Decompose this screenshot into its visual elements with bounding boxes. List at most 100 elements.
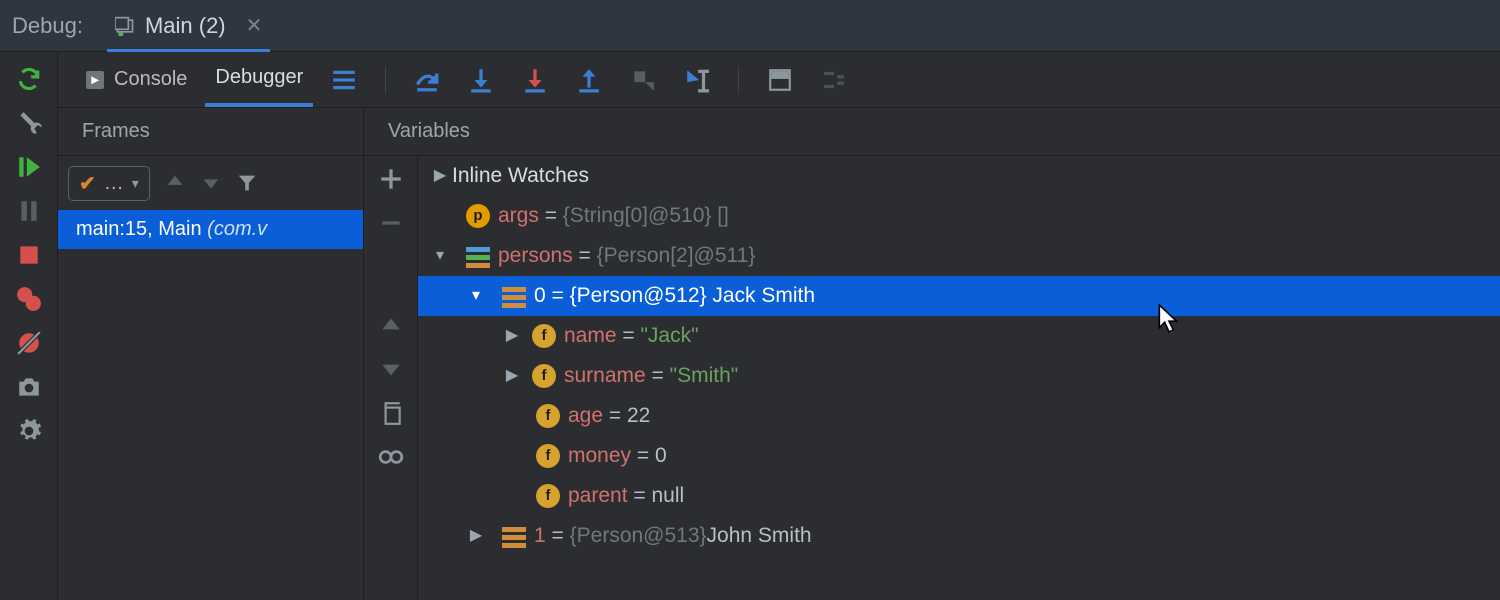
var-value-name: John Smith [707, 516, 812, 556]
param-badge-icon: p [466, 204, 490, 228]
var-args[interactable]: p args = {String[0]@510} [] [418, 196, 1500, 236]
var-index: 1 [534, 516, 546, 556]
debug-header: Debug: Main (2) ✕ [0, 0, 1500, 52]
thread-select-label: … [104, 172, 124, 195]
object-icon [502, 284, 526, 308]
field-val: null [651, 476, 684, 516]
pause-icon[interactable] [16, 198, 42, 224]
thread-selector[interactable]: ✔ … ▾ [68, 166, 150, 201]
toolbar-separator [385, 66, 386, 94]
var-value: {Person@512} Jack Smith [570, 276, 815, 316]
var-value-obj: {Person@513} [570, 516, 707, 556]
new-watch-icon[interactable] [378, 166, 404, 192]
check-icon: ✔ [79, 171, 96, 196]
console-label: Console [114, 68, 187, 91]
field-key: money [568, 436, 631, 476]
trace-icon[interactable] [821, 67, 847, 93]
collapse-icon[interactable]: ▾ [428, 236, 452, 276]
stop-icon[interactable] [16, 242, 42, 268]
down-icon[interactable] [378, 356, 404, 382]
var-name-field[interactable]: ▶ f name = "Jack" [418, 316, 1500, 356]
field-val: "Smith" [670, 356, 739, 396]
rerun-icon[interactable] [16, 66, 42, 92]
expand-icon[interactable]: ▶ [428, 156, 452, 196]
var-parent-field[interactable]: f parent = null [418, 476, 1500, 516]
field-badge-icon: f [532, 364, 556, 388]
step-out-icon[interactable] [576, 67, 602, 93]
console-tab[interactable]: ▸ Console [76, 64, 197, 95]
toolbar-separator [738, 66, 739, 94]
watches-icon[interactable] [378, 444, 404, 470]
force-step-into-icon[interactable] [522, 67, 548, 93]
frames-toolbar: ✔ … ▾ [58, 156, 363, 210]
console-icon: ▸ [86, 71, 104, 89]
breakpoints-icon[interactable] [16, 286, 42, 312]
var-surname-field[interactable]: ▶ f surname = "Smith" [418, 356, 1500, 396]
drop-frame-icon[interactable] [630, 67, 656, 93]
expand-icon[interactable]: ▶ [464, 516, 488, 556]
up-icon[interactable] [378, 312, 404, 338]
mute-breakpoints-icon[interactable] [16, 330, 42, 356]
debugger-label: Debugger [215, 66, 303, 89]
field-key: name [564, 316, 617, 356]
var-value: {Person[2]@511} [597, 236, 756, 276]
object-icon [502, 524, 526, 548]
var-name: args [498, 196, 539, 236]
var-persons-0[interactable]: ▾ 0 = {Person@512} Jack Smith [418, 276, 1500, 316]
settings-icon[interactable] [16, 418, 42, 444]
chevron-down-icon: ▾ [132, 175, 139, 192]
collapse-icon[interactable]: ▾ [464, 276, 488, 316]
var-money-field[interactable]: f money = 0 [418, 436, 1500, 476]
var-persons-1[interactable]: ▶ 1 = {Person@513} John Smith [418, 516, 1500, 556]
field-val: "Jack" [640, 316, 698, 356]
thread-list-icon[interactable] [331, 67, 357, 93]
frames-panel: Frames ✔ … ▾ main:15, Main (com.v [58, 108, 364, 600]
remove-watch-icon[interactable] [378, 210, 404, 236]
debug-run-tab[interactable]: Main (2) ✕ [107, 2, 270, 53]
frame-text: main:15, Main [76, 218, 207, 240]
field-val: 22 [627, 396, 650, 436]
step-over-icon[interactable] [414, 67, 440, 93]
debugger-tab[interactable]: Debugger [205, 52, 313, 107]
field-key: parent [568, 476, 628, 516]
variables-gutter [364, 156, 418, 600]
field-badge-icon: f [536, 404, 560, 428]
variables-header: Variables [364, 108, 1500, 156]
debug-toolbar: ▸ Console Debugger [58, 52, 1500, 108]
variables-panel: Variables [364, 108, 1500, 600]
var-persons[interactable]: ▾ persons = {Person[2]@511} [418, 236, 1500, 276]
left-gutter [0, 52, 58, 600]
field-badge-icon: f [536, 444, 560, 468]
var-value: {String[0]@510} [] [563, 196, 729, 236]
inline-watches-row[interactable]: ▶ Inline Watches [418, 156, 1500, 196]
expand-icon[interactable]: ▶ [500, 316, 524, 356]
frame-pkg: (com.v [207, 218, 267, 240]
inline-watches-label: Inline Watches [452, 156, 589, 196]
debug-title: Debug: [12, 13, 107, 39]
prev-frame-icon[interactable] [164, 172, 186, 194]
field-val: 0 [655, 436, 667, 476]
resume-icon[interactable] [16, 154, 42, 180]
run-config-icon [115, 16, 135, 36]
run-to-cursor-icon[interactable] [684, 67, 710, 93]
step-into-icon[interactable] [468, 67, 494, 93]
var-name: persons [498, 236, 573, 276]
camera-icon[interactable] [16, 374, 42, 400]
variables-tree: ▶ Inline Watches p args = {String[0]@510… [418, 156, 1500, 600]
field-key: surname [564, 356, 646, 396]
frame-entry[interactable]: main:15, Main (com.v [58, 210, 363, 249]
var-age-field[interactable]: f age = 22 [418, 396, 1500, 436]
evaluate-icon[interactable] [767, 67, 793, 93]
run-tab-label: Main (2) [145, 13, 226, 39]
var-index: 0 [534, 276, 546, 316]
next-frame-icon[interactable] [200, 172, 222, 194]
expand-icon[interactable]: ▶ [500, 356, 524, 396]
array-icon [466, 244, 490, 268]
field-key: age [568, 396, 603, 436]
wrench-icon[interactable] [16, 110, 42, 136]
field-badge-icon: f [532, 324, 556, 348]
frames-header: Frames [58, 108, 363, 156]
close-icon[interactable]: ✕ [236, 13, 263, 38]
filter-icon[interactable] [236, 172, 258, 194]
copy-icon[interactable] [378, 400, 404, 426]
